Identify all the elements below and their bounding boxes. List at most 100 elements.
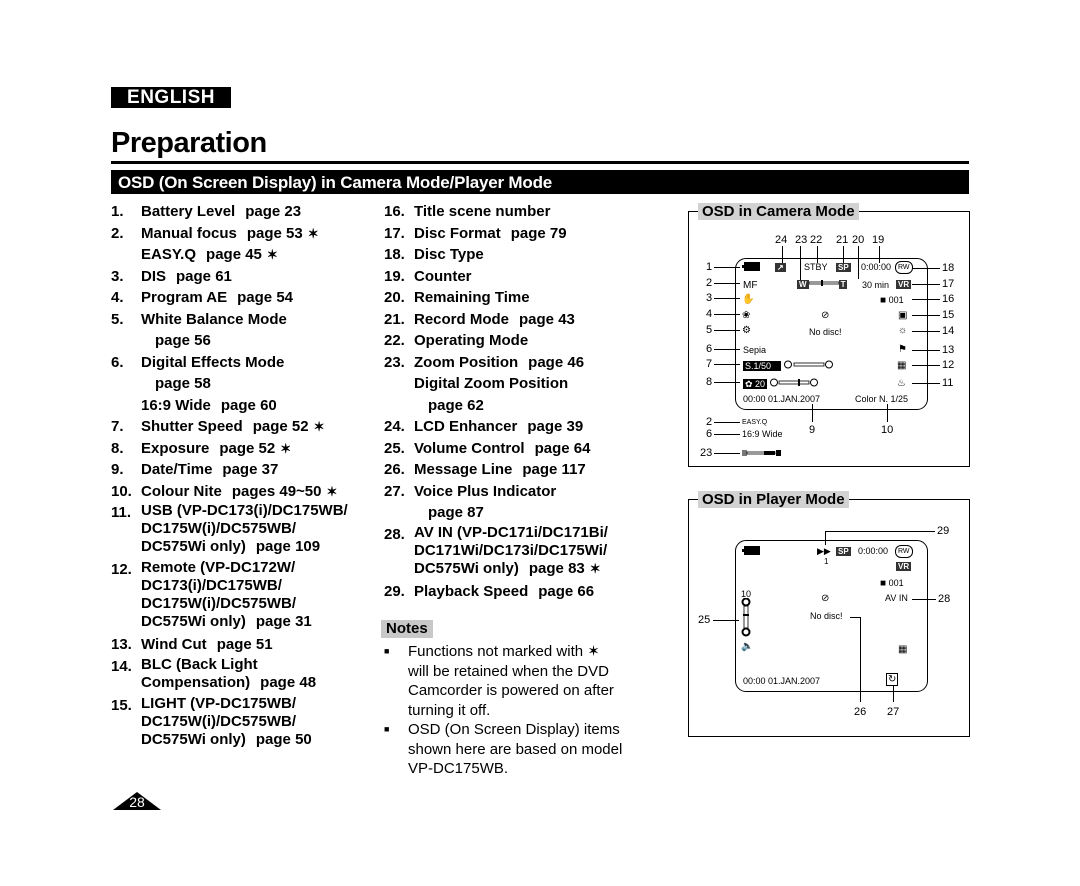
list-item: 27. Voice Plus Indicator page 87 [384,481,664,524]
callout-25: 25 [698,614,711,626]
list-item: EASY.Q page 45 ✶ [111,244,371,266]
item-number: 28. [384,525,405,543]
item-text: DC575Wi only) page 83 ✶ [414,559,601,577]
list-item: 10. Colour Nite pages 49~50 ✶ [111,481,371,503]
list-item: 9. Date/Time page 37 [111,459,371,481]
item-text: Exposure page 52 ✶ [141,439,292,457]
item-text: DC575Wi only) page 109 [141,538,321,555]
item-text: DC575Wi only) page 50 [141,730,312,748]
player-counter: 0:00:00 [858,546,889,556]
date-time: 00:00 01.JAN.2007 [743,394,821,404]
notes-label: Notes [381,620,433,638]
item-number: 23. [384,353,405,371]
item-number: 8. [111,439,124,457]
item-number: 19. [384,267,405,285]
playback-return-icon: ↻ [886,673,899,686]
item-number: 15. [111,696,132,714]
player-message-line: No disc! [810,611,843,621]
item-text: LCD Enhancer page 39 [414,418,584,435]
list-item: 14. BLC (Back Light Compensation) page 48 [111,656,371,692]
digital-zoom-bar [742,449,782,460]
movie-camera-icon: ■ [880,578,887,589]
item-text: DC175W(i)/DC575WB/ [141,595,297,612]
movie-camera-icon: ■ [880,295,887,306]
list-item: 20. Remaining Time [384,287,664,309]
easyq-label: EASY.Q [742,419,768,426]
item-text: Message Line page 117 [414,461,586,478]
note-text: shown here are based on model [408,740,623,758]
exposure: ✿ 20 [743,378,818,390]
callout-26: 26 [854,706,867,718]
item-text: DC175W(i)/DC575WB/ [141,520,297,537]
volume-control [741,597,751,641]
item-text: AV IN (VP-DC171i/DC171Bi/ [414,523,608,541]
section-heading: OSD (On Screen Display) in Camera Mode/P… [111,170,969,194]
item-text: Battery Level page 23 [141,203,302,220]
list-item: 26. Message Line page 117 [384,459,664,481]
player-date-time: 00:00 01.JAN.2007 [743,676,821,686]
list-item: 16:9 Wide page 60 [111,395,371,417]
item-text: Counter [414,267,472,285]
list-item: 6. Digital Effects Mode page 58 [111,352,371,395]
page-reference: page 45 [206,246,262,263]
player-scene-number: ■ 001 [880,578,904,589]
callout-27: 27 [887,706,900,718]
list-item: 4. Program AE page 54 [111,287,371,309]
item-number: 18. [384,246,405,263]
page-reference: page 109 [255,538,321,555]
notes-list: ■ Functions not marked with ✶ will be reta… [384,642,654,779]
item-number: 4. [111,289,124,306]
item-number: 26. [384,461,405,478]
title-divider [111,161,969,164]
page-number: 28 [113,792,161,810]
colour-nite-value: Color N. 1/25 [855,394,909,404]
osd-items-list-1: 1. Battery Level page 23 2. Manual focus page… [111,201,371,752]
player-no-disc-icon: ⊘ [821,593,830,604]
page-reference: page 51 [216,636,273,653]
program-ae-icon: ❀ [742,310,751,321]
bullet-icon: ■ [384,724,390,734]
item-number: 10. [111,482,132,500]
list-item: 18. Disc Type [384,244,664,266]
callout-21: 21 [836,234,849,246]
item-text: LIGHT (VP-DC175WB/ [141,694,297,712]
page-reference: page 53 [246,224,303,242]
page-reference: page 46 [528,353,585,371]
page-reference: page 56 [155,332,211,349]
player-disc-format-vr: VR [896,562,912,571]
callout-left-2: 2 [706,277,713,289]
item-number: 24. [384,418,405,435]
page-reference: page 60 [220,396,277,414]
message-line: No disc! [809,327,842,337]
item-text: Digital Effects Mode [141,353,285,371]
zoom-position-bar: WT [797,280,848,289]
bullet-icon: ■ [384,646,390,656]
speaker-icon: 🔈 [741,641,754,652]
callout-19: 19 [872,234,885,246]
wide-label: 16:9 Wide [742,429,783,439]
page-reference: page 83 [528,559,585,577]
star-icon: ✶ [326,483,338,499]
page-reference: page 43 [519,310,575,328]
note-text: VP-DC175WB. [408,760,509,777]
list-item: 17. Disc Format page 79 [384,223,664,245]
list-item: Digital Zoom Position page 62 [384,373,664,416]
item-number: 22. [384,332,405,349]
manual-focus-icon: MF [743,280,758,291]
item-number: 6. [111,353,124,371]
list-item: 23. Zoom Position page 46 [384,352,664,374]
record-mode: SP [836,263,851,272]
star-icon: ✶ [313,419,325,434]
voice-plus-icon: ▦ [897,360,907,371]
osd-items-list-2: 16. Title scene number 17. Disc Format page … [384,201,664,602]
callout-28: 28 [938,593,951,605]
callout-left-1: 1 [706,261,713,273]
list-item: 12. Remote (VP-DC172W/DC173(i)/DC175WB/DC… [111,559,371,631]
item-number: 3. [111,267,124,285]
page-number-text: 28 [129,794,145,810]
page-reference: page 50 [255,730,312,748]
playback-speed-value: 1 [824,557,829,566]
no-disc-icon: ⊘ [821,310,830,321]
lcd-enhancer-icon: ↗ [775,263,786,272]
item-text: DC173(i)/DC175WB/ [141,577,282,594]
